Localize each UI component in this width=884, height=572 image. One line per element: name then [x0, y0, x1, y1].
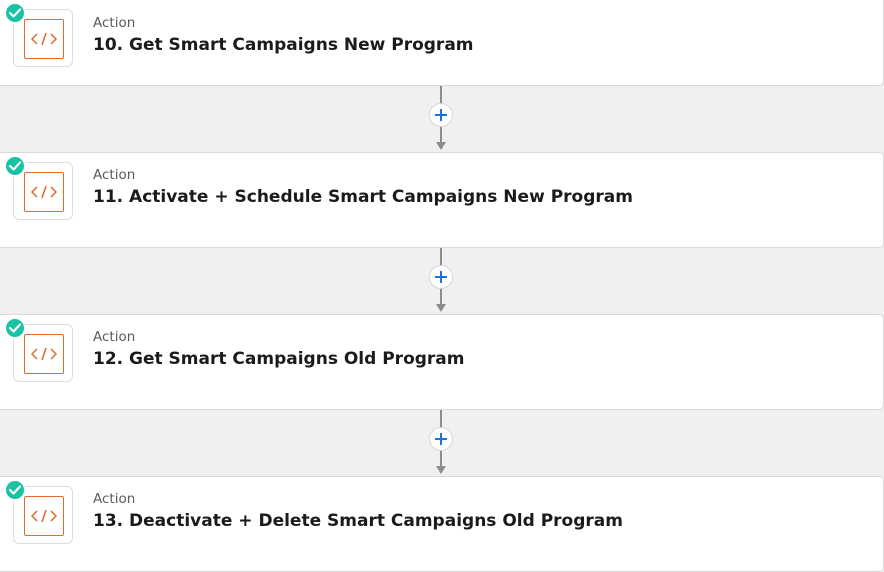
arrow-down-icon	[436, 466, 446, 474]
arrow-down-icon	[436, 142, 446, 150]
add-step-button[interactable]	[429, 103, 453, 127]
code-icon	[24, 496, 64, 536]
step-card-10[interactable]: Action 10. Get Smart Campaigns New Progr…	[0, 0, 884, 86]
step-title: 10. Get Smart Campaigns New Program	[93, 35, 474, 55]
step-card-12[interactable]: Action 12. Get Smart Campaigns Old Progr…	[0, 314, 884, 410]
add-step-button[interactable]	[429, 427, 453, 451]
plus-icon	[435, 433, 447, 445]
step-connector	[429, 410, 453, 476]
check-icon	[4, 317, 26, 339]
code-icon	[24, 334, 64, 374]
step-connector	[429, 248, 453, 314]
check-icon	[4, 155, 26, 177]
check-icon	[4, 2, 26, 24]
step-type-label: Action	[93, 491, 136, 507]
step-type-label: Action	[93, 329, 136, 345]
add-step-button[interactable]	[429, 265, 453, 289]
step-connector	[429, 86, 453, 152]
step-title: 12. Get Smart Campaigns Old Program	[93, 349, 465, 369]
step-card-11[interactable]: Action 11. Activate + Schedule Smart Cam…	[0, 152, 884, 248]
step-type-label: Action	[93, 15, 136, 31]
step-title: 13. Deactivate + Delete Smart Campaigns …	[93, 511, 623, 531]
step-type-label: Action	[93, 167, 136, 183]
plus-icon	[435, 109, 447, 121]
plus-icon	[435, 271, 447, 283]
arrow-down-icon	[436, 304, 446, 312]
step-title: 11. Activate + Schedule Smart Campaigns …	[93, 187, 633, 207]
code-icon	[24, 172, 64, 212]
step-card-13[interactable]: Action 13. Deactivate + Delete Smart Cam…	[0, 476, 884, 572]
code-icon	[24, 19, 64, 59]
check-icon	[4, 479, 26, 501]
